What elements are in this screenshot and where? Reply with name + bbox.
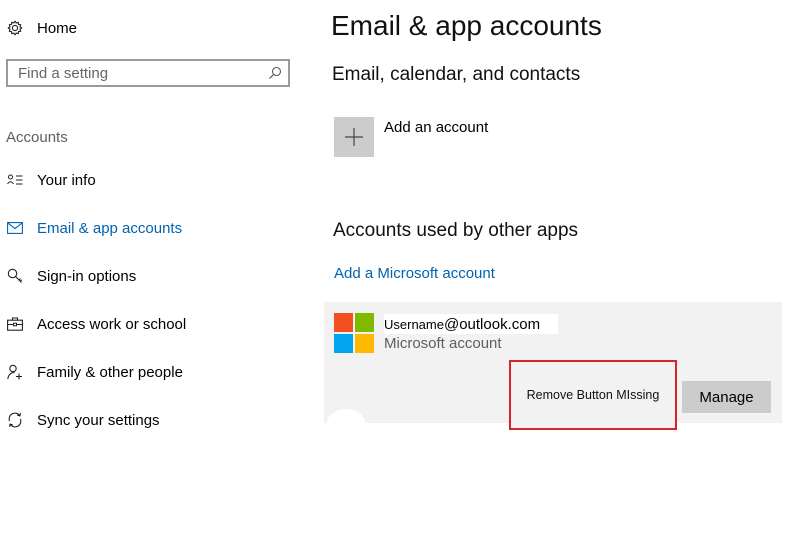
search-input[interactable] bbox=[8, 61, 262, 85]
email-section-heading: Email, calendar, and contacts bbox=[332, 64, 581, 85]
sidebar-home[interactable]: Home bbox=[6, 16, 77, 40]
sidebar-item-label: Family & other people bbox=[37, 363, 183, 381]
other-apps-heading: Accounts used by other apps bbox=[333, 220, 579, 241]
key-icon bbox=[6, 267, 24, 285]
sidebar-item-email-app-accounts[interactable]: Email & app accounts bbox=[6, 216, 182, 240]
gear-icon bbox=[6, 19, 24, 37]
sync-icon bbox=[6, 411, 24, 429]
account-domain: @outlook.com bbox=[443, 315, 541, 333]
manage-button[interactable]: Manage bbox=[682, 381, 771, 413]
plus-icon bbox=[334, 117, 374, 157]
search-box bbox=[6, 59, 290, 87]
add-person-icon bbox=[6, 363, 24, 381]
annotation-text: Remove Button MIssing bbox=[526, 388, 660, 402]
search-icon[interactable] bbox=[262, 61, 288, 85]
sidebar-item-label: Access work or school bbox=[37, 315, 187, 333]
person-card-icon bbox=[6, 171, 24, 189]
sidebar-item-label: Sync your settings bbox=[37, 411, 160, 429]
mail-icon bbox=[6, 219, 24, 237]
sidebar-item-access-work-school[interactable]: Access work or school bbox=[6, 312, 186, 336]
sidebar-section-title: Accounts bbox=[6, 129, 68, 146]
account-username: Username bbox=[384, 316, 444, 332]
add-account-label: Add an account bbox=[384, 119, 489, 136]
microsoft-logo bbox=[334, 313, 374, 353]
briefcase-icon bbox=[6, 315, 24, 333]
sidebar-item-family-other-people[interactable]: Family & other people bbox=[6, 360, 183, 384]
panel-artifact bbox=[327, 409, 365, 437]
sidebar-item-label: Sign-in options bbox=[37, 267, 137, 285]
sidebar-item-label: Your info bbox=[37, 171, 96, 189]
account-type: Microsoft account bbox=[384, 335, 502, 352]
sidebar-item-label: Email & app accounts bbox=[37, 219, 183, 237]
home-label: Home bbox=[37, 19, 78, 37]
sidebar-item-sign-in-options[interactable]: Sign-in options bbox=[6, 264, 136, 288]
annotation-box: Remove Button MIssing bbox=[509, 360, 677, 430]
add-account-button[interactable]: Add an account bbox=[334, 117, 488, 157]
add-microsoft-account-link[interactable]: Add a Microsoft account bbox=[334, 265, 495, 282]
sidebar-item-your-info[interactable]: Your info bbox=[6, 168, 96, 192]
page-title: Email & app accounts bbox=[331, 10, 602, 41]
sidebar-item-sync-settings[interactable]: Sync your settings bbox=[6, 408, 160, 432]
account-email: Username @outlook.com bbox=[384, 314, 559, 334]
